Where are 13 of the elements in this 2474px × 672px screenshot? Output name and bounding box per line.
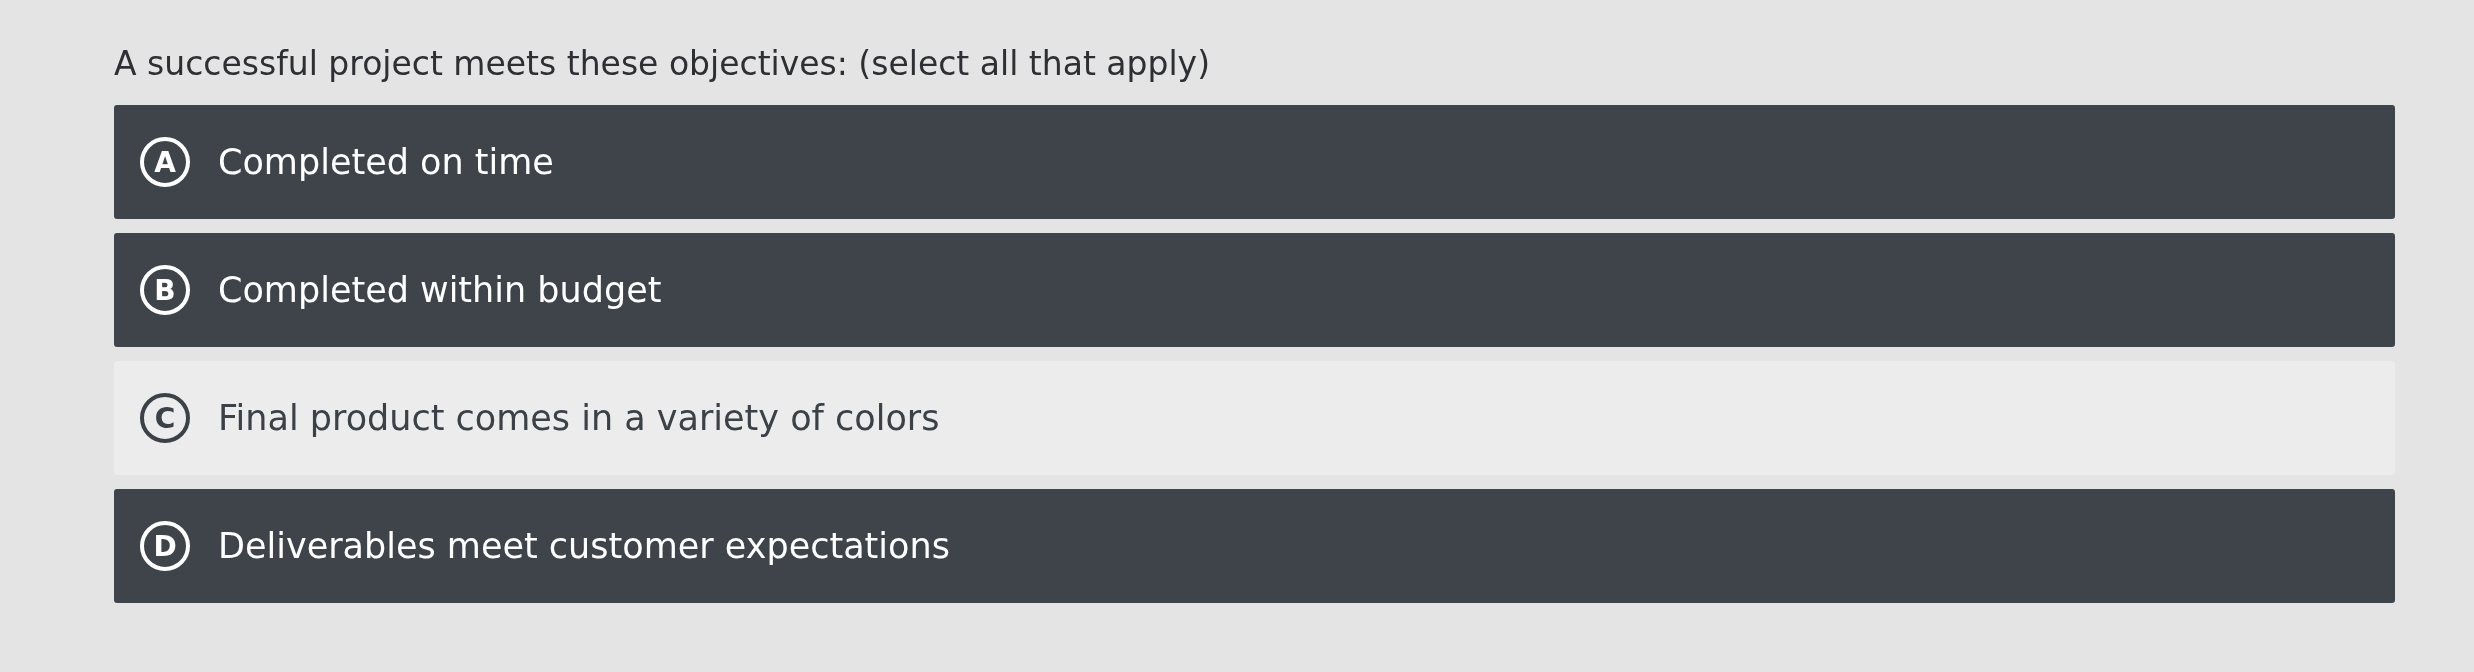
option-letter: A xyxy=(140,137,190,187)
answer-option[interactable]: D Deliverables meet customer expectations xyxy=(114,489,2395,603)
option-text: Deliverables meet customer expectations xyxy=(218,526,950,566)
option-letter: B xyxy=(140,265,190,315)
option-letter: C xyxy=(140,393,190,443)
option-text: Completed on time xyxy=(218,142,554,182)
question-text: A successful project meets these objectives: (select all that apply) xyxy=(114,44,1212,83)
option-text: Final product comes in a variety of colors xyxy=(218,398,940,438)
answer-option[interactable]: A Completed on time xyxy=(114,105,2395,219)
answer-option[interactable]: C Final product comes in a variety of colors xyxy=(114,361,2395,475)
option-text: Completed within budget xyxy=(218,270,662,310)
option-letter: D xyxy=(140,521,190,571)
answer-option[interactable]: B Completed within budget xyxy=(114,233,2395,347)
